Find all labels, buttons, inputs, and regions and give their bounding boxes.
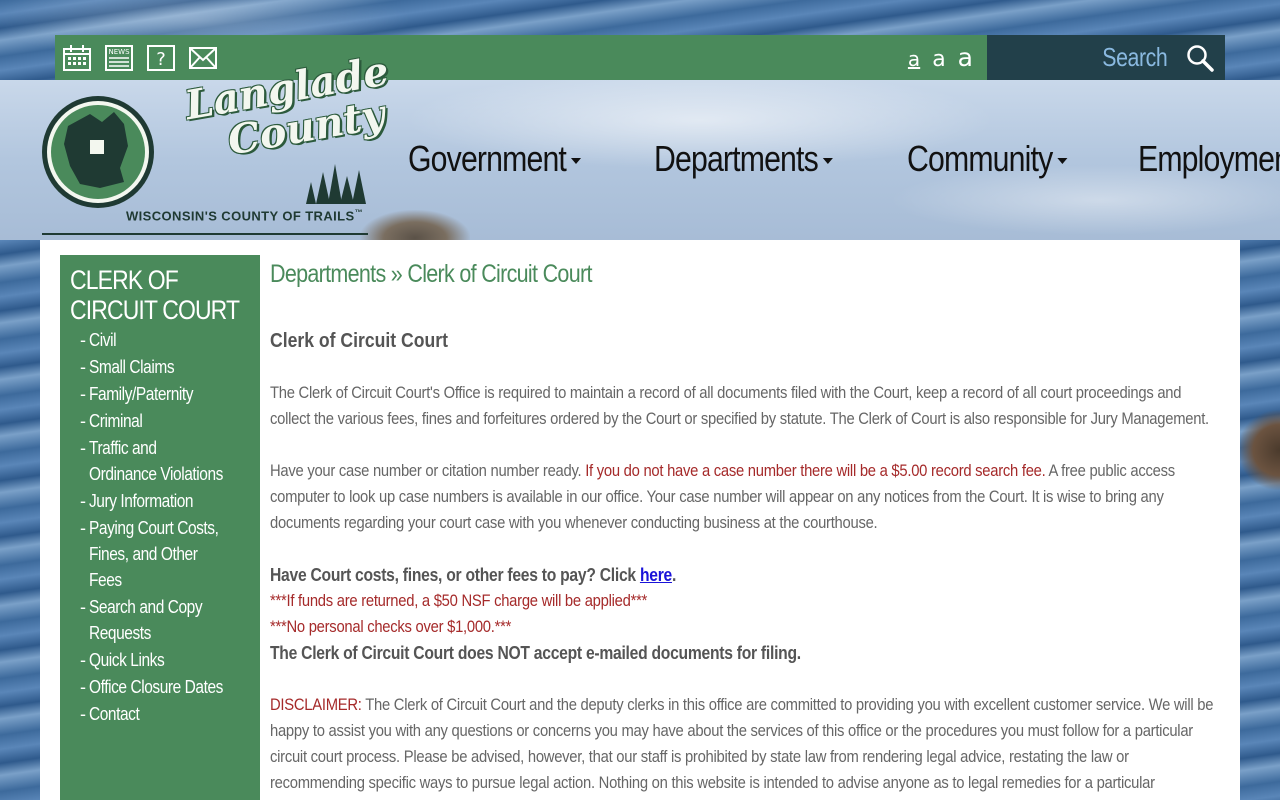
sidebar-item-label: Civil	[89, 330, 117, 350]
intro-paragraph: The Clerk of Circuit Court's Office is r…	[270, 383, 1209, 428]
sidebar-item-label: Criminal	[89, 411, 143, 431]
help-icon-glyph: ?	[156, 49, 166, 70]
nav-community-label: Community	[907, 138, 1053, 179]
sidebar-item-traffic-ordinance[interactable]: - Traffic and Ordinance Violations	[80, 435, 250, 487]
disclaimer-text: The Clerk of Circuit Court and the deput…	[270, 695, 1214, 800]
logo-tagline: WISCONSIN'S COUNTY OF TRAILS™	[126, 208, 363, 223]
sidebar-item-family-paternity[interactable]: - Family/Paternity	[80, 381, 250, 407]
sidebar-item-small-claims[interactable]: - Small Claims	[80, 354, 250, 380]
nav-government-label: Government	[408, 138, 567, 179]
sidebar-item-jury-information[interactable]: - Jury Information	[80, 488, 250, 514]
background-rock	[1238, 410, 1280, 490]
list-dash: -	[80, 677, 86, 697]
sidebar-item-civil[interactable]: - Civil	[80, 327, 250, 353]
calendar-icon[interactable]	[62, 44, 92, 72]
sidebar-item-label: Office Closure Dates	[89, 677, 223, 697]
payment-section: Have Court costs, fines, or other fees t…	[270, 562, 1220, 666]
list-dash: -	[80, 704, 86, 724]
sidebar-title: CLERK OF CIRCUIT COURT	[70, 265, 240, 325]
font-size-small-button[interactable]: a	[908, 47, 920, 71]
list-dash: -	[80, 597, 86, 617]
sidebar-item-label: Family/Paternity	[89, 384, 194, 404]
list-dash: -	[80, 330, 86, 350]
search-fee-warning: If you do not have a case number there w…	[585, 461, 1046, 480]
sidebar-item-label: Contact	[89, 704, 140, 724]
pay-here-link[interactable]: here	[640, 565, 672, 585]
sidebar-item-label: Search and Copy Requests	[89, 597, 203, 643]
mail-icon[interactable]	[188, 44, 218, 72]
nav-departments-label: Departments	[654, 138, 819, 179]
disclaimer-label: DISCLAIMER:	[270, 695, 362, 714]
sidebar-item-office-closure-dates[interactable]: - Office Closure Dates	[80, 674, 250, 700]
sidebar-item-label: Small Claims	[89, 357, 175, 377]
pay-fees-text: Have Court costs, fines, or other fees t…	[270, 565, 640, 585]
sidebar-item-contact[interactable]: - Contact	[80, 701, 250, 727]
logo-trademark: ™	[354, 208, 363, 217]
list-dash: -	[80, 491, 86, 511]
main-nav: Government Departments Community Employm…	[408, 138, 1280, 180]
page-title: Clerk of Circuit Court	[270, 330, 448, 352]
logo-tagline-text: WISCONSIN'S COUNTY OF TRAILS	[126, 208, 355, 224]
sidebar-item-label: Traffic and Ordinance Violations	[89, 438, 223, 484]
news-icon-label: NEWS	[108, 48, 130, 56]
sidebar-item-label: Quick Links	[89, 650, 165, 670]
checks-note: ***No personal checks over $1,000.***	[270, 617, 512, 636]
nav-departments[interactable]: Departments	[654, 138, 834, 180]
case-number-paragraph: Have your case number or citation number…	[270, 458, 1220, 536]
list-dash: -	[80, 384, 86, 404]
sidebar-item-label: Jury Information	[89, 491, 194, 511]
list-dash: -	[80, 518, 86, 538]
disclaimer-paragraph: DISCLAIMER: The Clerk of Circuit Court a…	[270, 692, 1220, 800]
font-size-large-button[interactable]: a	[958, 43, 973, 72]
nsf-note: ***If funds are returned, a $50 NSF char…	[270, 591, 648, 610]
news-icon[interactable]: NEWS	[104, 44, 134, 72]
sidebar-list: - Civil - Small Claims - Family/Paternity -…	[70, 327, 250, 727]
utility-icons: NEWS ?	[62, 44, 218, 72]
search-input[interactable]: Search	[1102, 42, 1168, 73]
list-dash: -	[80, 411, 86, 431]
pay-fees-period: .	[671, 565, 677, 585]
sidebar: CLERK OF CIRCUIT COURT - Civil - Small Cla…	[60, 255, 260, 800]
nav-employment[interactable]: Employment	[1138, 138, 1280, 180]
nav-community[interactable]: Community	[907, 138, 1068, 180]
content-panel: CLERK OF CIRCUIT COURT - Civil - Small Cla…	[40, 240, 1240, 800]
search-box[interactable]: Search	[987, 35, 1225, 80]
sidebar-item-criminal[interactable]: - Criminal	[80, 408, 250, 434]
help-icon[interactable]: ?	[146, 44, 176, 72]
caret-down-icon	[571, 158, 582, 164]
caret-down-icon	[823, 158, 834, 164]
nav-government[interactable]: Government	[408, 138, 582, 180]
list-dash: -	[80, 357, 86, 377]
font-size-controls: a a a	[908, 43, 973, 72]
breadcrumb: Departments » Clerk of Circuit Court	[270, 260, 592, 288]
search-icon[interactable]	[1185, 43, 1215, 73]
font-size-medium-button[interactable]: a	[932, 47, 945, 72]
caret-down-icon	[1057, 158, 1068, 164]
nav-employment-label: Employment	[1138, 138, 1280, 179]
main-content: Departments » Clerk of Circuit Court Cle…	[270, 260, 1220, 800]
case-number-text: Have your case number or citation number…	[270, 461, 586, 480]
list-dash: -	[80, 650, 86, 670]
list-dash: -	[80, 438, 86, 458]
sidebar-item-label: Paying Court Costs, Fines, and Other Fee…	[89, 518, 219, 590]
sidebar-item-paying-court-costs[interactable]: - Paying Court Costs, Fines, and Other Fe…	[80, 515, 250, 593]
sidebar-item-search-copy-requests[interactable]: - Search and Copy Requests	[80, 594, 250, 646]
pay-fees-line: Have Court costs, fines, or other fees t…	[270, 562, 1220, 588]
county-logo[interactable]: Langlade County WISCONSIN'S COUNTY OF TR…	[40, 47, 392, 236]
sidebar-item-quick-links[interactable]: - Quick Links	[80, 647, 250, 673]
no-email-notice: The Clerk of Circuit Court does NOT acce…	[270, 643, 801, 663]
